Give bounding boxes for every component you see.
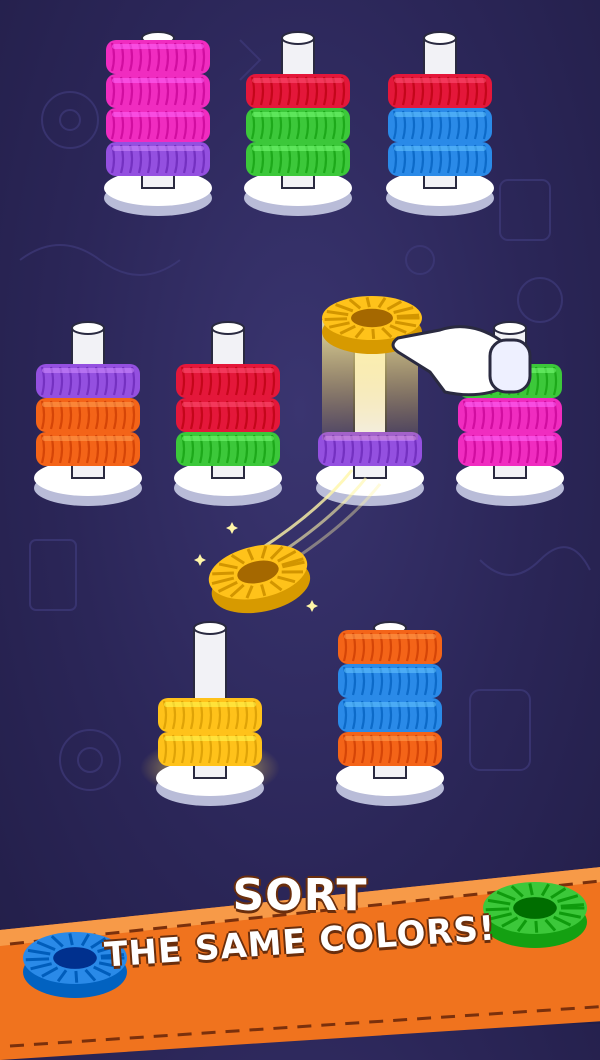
ring-orange [36, 398, 140, 432]
ring-pink [458, 398, 562, 432]
sparkle-icon [226, 522, 238, 534]
ring-blue [338, 698, 442, 732]
ring-red [176, 364, 280, 398]
ring-purple [106, 142, 210, 176]
sparkle-icon [306, 600, 318, 612]
ring-pink [106, 40, 210, 74]
stack-3[interactable] [386, 31, 494, 216]
ring-orange [338, 732, 442, 766]
ring-green [246, 108, 350, 142]
ring-blue [338, 664, 442, 698]
ring-orange [338, 630, 442, 664]
ring-green [176, 432, 280, 466]
thrown-ring [208, 544, 311, 614]
ring-blue [388, 108, 492, 142]
ring-red [176, 398, 280, 432]
ring-orange [36, 432, 140, 466]
ring-green [246, 142, 350, 176]
stack-5[interactable] [174, 321, 282, 506]
ring-red [246, 74, 350, 108]
ring-yellow [158, 732, 262, 766]
ring-pink [106, 74, 210, 108]
sparkle-icon [194, 554, 206, 566]
ring-pink [458, 432, 562, 466]
stack-4[interactable] [34, 321, 142, 506]
ring-blue [388, 142, 492, 176]
ring-yellow [158, 698, 262, 732]
stack-9[interactable] [336, 621, 444, 806]
stack-8[interactable] [140, 621, 280, 806]
ring-red [388, 74, 492, 108]
ring-purple [36, 364, 140, 398]
stack-1[interactable] [104, 31, 212, 216]
ring-pink [106, 108, 210, 142]
